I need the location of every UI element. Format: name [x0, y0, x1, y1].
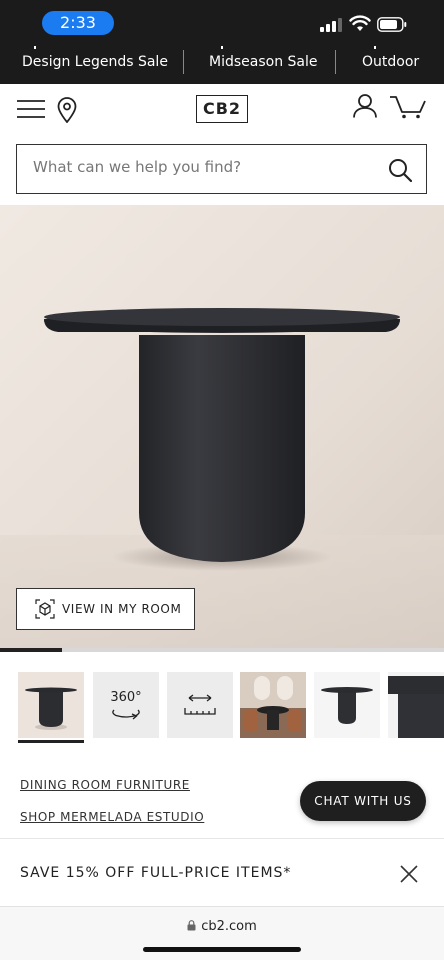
shop-mermelada-estudio-link[interactable]: SHOP MERMELADA ESTUDIO	[20, 810, 204, 824]
thumbnail-dimensions[interactable]	[167, 672, 233, 738]
url-text: cb2.com	[201, 919, 257, 934]
account-icon[interactable]	[353, 94, 377, 118]
search-input[interactable]	[33, 158, 373, 176]
promo-nav-item-design-legends[interactable]: Design Legends Sale	[22, 54, 168, 70]
promo-nav: Design Legends Sale Midseason Sale Outdo…	[0, 44, 444, 84]
promo-divider	[335, 50, 336, 74]
view-in-my-room-button[interactable]: VIEW IN MY ROOM	[16, 588, 195, 630]
search-bar[interactable]	[16, 144, 427, 194]
active-thumbnail-indicator	[18, 740, 84, 743]
thumbnail-room-scene[interactable]	[240, 672, 306, 738]
promo-divider	[183, 50, 184, 74]
promo-indicator	[34, 46, 36, 49]
status-bar: 2:33	[0, 0, 444, 44]
dining-table-image	[0, 205, 444, 649]
address-bar[interactable]: cb2.com	[0, 919, 444, 934]
promo-indicator	[221, 46, 223, 49]
view-in-my-room-label: VIEW IN MY ROOM	[62, 602, 182, 616]
table-thumbnail-image	[18, 672, 84, 738]
location-pin-icon[interactable]	[57, 97, 77, 123]
close-icon[interactable]	[399, 864, 419, 884]
rotate-360-icon	[112, 709, 140, 720]
browser-bottom-bar: cb2.com	[0, 906, 444, 960]
thumbnail-product-side[interactable]	[314, 672, 380, 738]
status-time: 2:33	[42, 11, 114, 35]
home-indicator	[143, 947, 301, 952]
thumbnail-360-view[interactable]: 360°	[93, 672, 159, 738]
table-detail-image	[388, 672, 444, 738]
gallery-progress-fill	[0, 648, 63, 652]
cart-icon[interactable]	[389, 95, 427, 119]
battery-icon	[377, 17, 407, 32]
sale-banner-text: SAVE 15% OFF FULL-PRICE ITEMS*	[20, 865, 292, 881]
room-scene-image	[240, 672, 306, 738]
thumbnail-product-front[interactable]	[18, 672, 84, 738]
dining-room-furniture-link[interactable]: DINING ROOM FURNITURE	[20, 778, 190, 792]
sale-banner[interactable]: SAVE 15% OFF FULL-PRICE ITEMS*	[0, 838, 444, 906]
cellular-signal-icon	[320, 18, 342, 32]
dimensions-ruler-icon	[167, 672, 233, 738]
hamburger-menu-icon[interactable]	[17, 100, 45, 118]
360-label: 360°	[110, 690, 142, 705]
promo-nav-item-midseason[interactable]: Midseason Sale	[209, 54, 318, 70]
cb2-logo[interactable]: CB2	[196, 95, 248, 123]
wifi-icon	[349, 15, 371, 31]
site-header: CB2	[0, 84, 444, 136]
promo-indicator	[374, 46, 376, 49]
lock-icon	[187, 920, 196, 931]
thumbnail-product-detail[interactable]	[388, 672, 444, 738]
product-hero-image[interactable]: VIEW IN MY ROOM	[0, 205, 444, 649]
chat-with-us-button[interactable]: CHAT WITH US	[300, 781, 426, 821]
table-side-image	[314, 672, 380, 738]
ar-cube-icon	[35, 599, 55, 619]
promo-nav-item-outdoor[interactable]: Outdoor	[362, 54, 419, 70]
search-icon[interactable]	[388, 158, 412, 182]
gallery-progress-bar	[0, 648, 444, 652]
